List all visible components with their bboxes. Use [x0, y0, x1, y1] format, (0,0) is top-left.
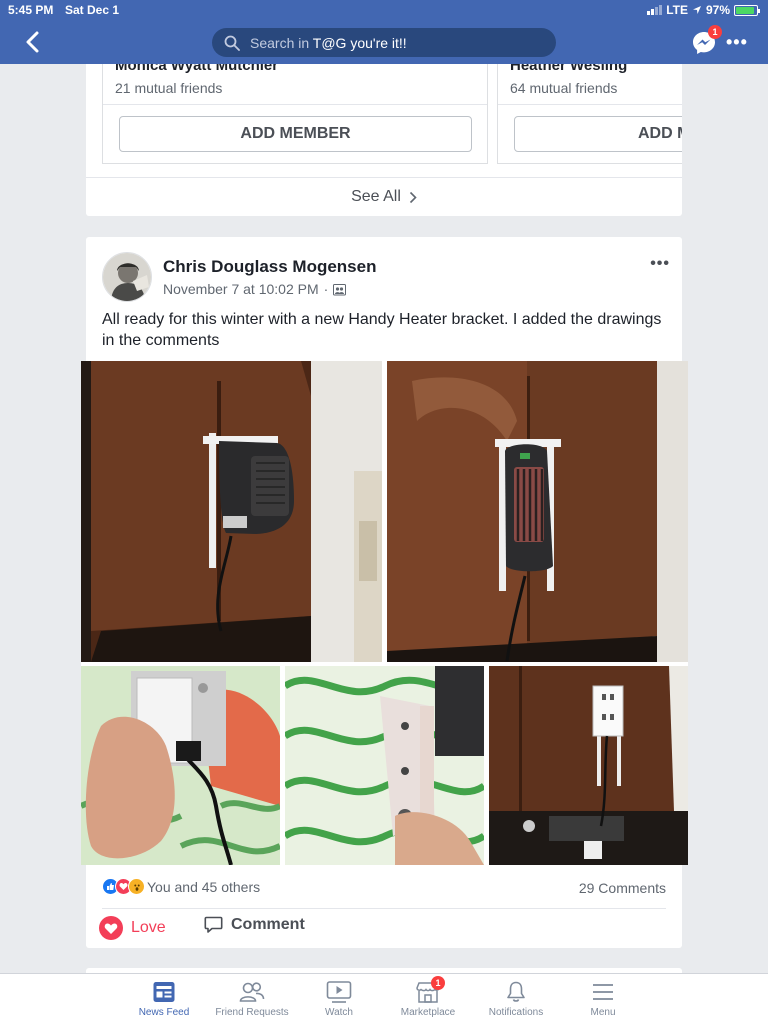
- status-right: LTE 97%: [647, 3, 760, 17]
- post-photo[interactable]: [387, 361, 688, 662]
- battery-icon: [734, 4, 760, 16]
- tab-label: Marketplace: [400, 1007, 456, 1018]
- network-label: LTE: [666, 3, 688, 17]
- member-name[interactable]: Heather Wesling: [510, 64, 627, 74]
- tab-label: News Feed: [138, 1007, 190, 1018]
- post-author[interactable]: Chris Douglass Mogensen: [163, 257, 376, 277]
- post-timestamp[interactable]: November 7 at 10:02 PM: [163, 281, 319, 297]
- tab-label: Notifications: [488, 1007, 544, 1018]
- tab-label: Friend Requests: [215, 1007, 289, 1018]
- mutual-friends: 21 mutual friends: [115, 80, 223, 96]
- watch-icon: [326, 981, 352, 1003]
- member-card: Heather Wesling 64 mutual friends ADD M: [497, 64, 682, 164]
- mutual-friends: 64 mutual friends: [510, 80, 618, 96]
- signal-icon: [647, 5, 663, 15]
- post-text: All ready for this winter with a new Han…: [102, 311, 662, 349]
- author-avatar[interactable]: [102, 252, 152, 302]
- tab-label: Menu: [590, 1007, 616, 1018]
- comment-label: Comment: [231, 916, 305, 933]
- messenger-button[interactable]: 1: [690, 25, 722, 57]
- search-icon: [224, 35, 240, 51]
- chevron-right-icon: [409, 191, 417, 203]
- group-search-input[interactable]: Search in T@G you're it!!: [212, 28, 556, 57]
- notifications-icon: [507, 981, 525, 1002]
- divider: [498, 104, 682, 105]
- location-arrow-icon: [692, 6, 701, 14]
- comment-icon: [204, 916, 223, 933]
- tab-marketplace[interactable]: 1 Marketplace: [388, 976, 468, 1018]
- reactions-text: You and 45 others: [147, 878, 261, 895]
- tab-news-feed[interactable]: News Feed: [124, 980, 204, 1018]
- top-bar: 5:45 PM Sat Dec 1 LTE 97% Search in T@G …: [0, 0, 768, 64]
- member-card: Monica Wyatt Mutchler 21 mutual friends …: [102, 64, 488, 164]
- post-options-icon[interactable]: •••: [650, 255, 670, 273]
- search-prefix: Search in: [250, 34, 313, 51]
- tab-friend-requests[interactable]: Friend Requests: [212, 980, 292, 1018]
- back-icon[interactable]: [22, 30, 44, 54]
- status-date: Sat Dec 1: [65, 3, 120, 17]
- group-privacy-icon: [333, 283, 347, 295]
- reactions-summary[interactable]: You and 45 others: [102, 878, 260, 895]
- suggested-members-card: Monica Wyatt Mutchler 21 mutual friends …: [86, 64, 682, 216]
- marketplace-badge: 1: [431, 976, 445, 990]
- photo-grid: [81, 361, 688, 865]
- menu-icon: [593, 984, 613, 1000]
- feed-post: Chris Douglass Mogensen November 7 at 10…: [81, 237, 688, 948]
- divider: [103, 104, 487, 105]
- messenger-badge: 1: [708, 25, 722, 39]
- more-options-icon[interactable]: •••: [726, 32, 748, 53]
- tab-menu[interactable]: Menu: [563, 980, 643, 1018]
- meta-separator: ·: [323, 281, 329, 297]
- news-feed-icon: [153, 982, 175, 1002]
- status-time: 5:45 PM: [8, 3, 54, 17]
- member-name[interactable]: Monica Wyatt Mutchler: [115, 64, 278, 74]
- love-button[interactable]: Love: [99, 916, 166, 940]
- see-all-label: See All: [351, 188, 401, 205]
- battery-percent: 97%: [705, 3, 730, 17]
- post-photo[interactable]: [489, 666, 688, 865]
- love-label: Love: [131, 919, 166, 936]
- post-photo[interactable]: [81, 666, 280, 865]
- wow-reaction-icon: [128, 878, 145, 895]
- add-member-button[interactable]: ADD MEMBER: [119, 116, 472, 152]
- bottom-tab-bar: News Feed Friend Requests Watch 1 Market…: [0, 973, 768, 1024]
- comment-button[interactable]: Comment: [204, 916, 305, 934]
- actions-divider: [102, 908, 666, 909]
- tab-notifications[interactable]: Notifications: [476, 980, 556, 1018]
- comments-count[interactable]: 29 Comments: [579, 880, 666, 896]
- tab-watch[interactable]: Watch: [299, 980, 379, 1018]
- add-member-button[interactable]: ADD M: [514, 116, 682, 152]
- status-bar: 5:45 PM Sat Dec 1 LTE 97%: [0, 0, 768, 20]
- reaction-icons: [102, 878, 145, 895]
- search-group-name: T@G you're it!!: [312, 34, 407, 51]
- friend-requests-icon: [239, 982, 265, 1002]
- post-meta: November 7 at 10:02 PM ·: [163, 281, 347, 297]
- love-icon: [99, 916, 123, 940]
- search-placeholder: Search in T@G you're it!!: [250, 35, 407, 51]
- see-all-button[interactable]: See All: [86, 177, 682, 216]
- post-photo[interactable]: [285, 666, 484, 865]
- post-photo[interactable]: [81, 361, 382, 662]
- tab-label: Watch: [325, 1007, 353, 1018]
